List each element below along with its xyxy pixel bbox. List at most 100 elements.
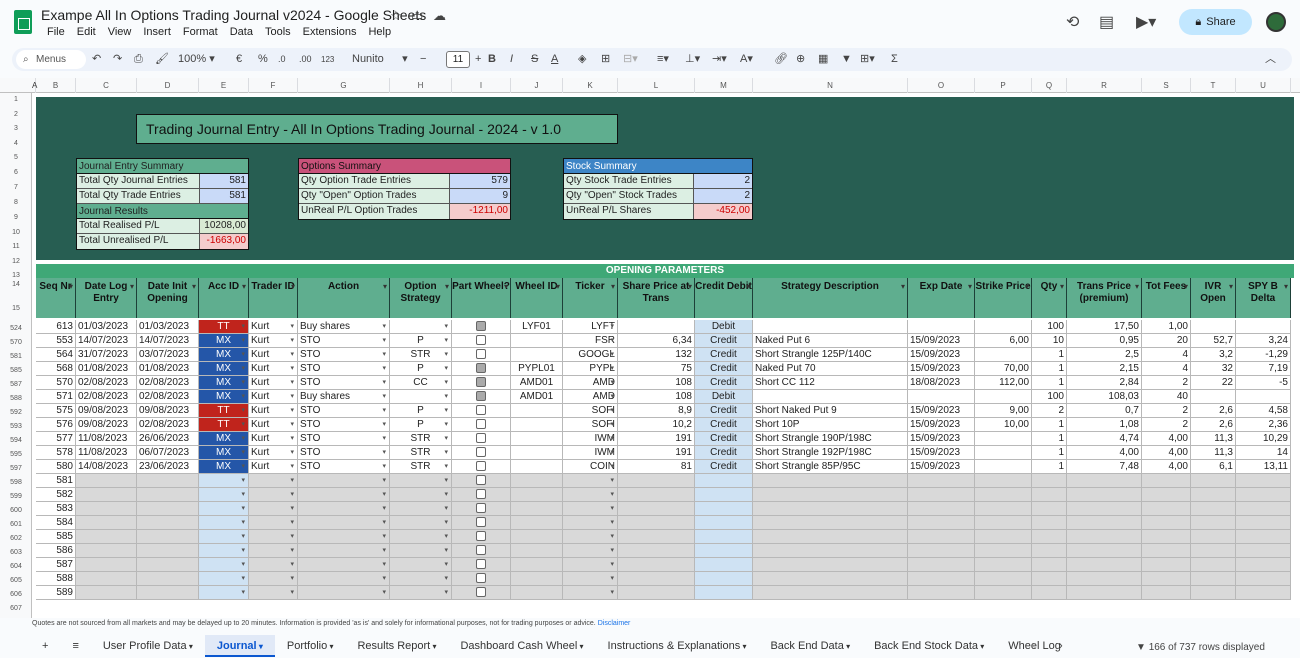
table-cell[interactable]: 4,00	[1067, 446, 1142, 460]
disclaimer-link[interactable]: Disclaimer	[598, 620, 631, 627]
part-wheel-checkbox[interactable]	[476, 447, 486, 458]
table-cell[interactable]: TT	[199, 320, 249, 334]
table-cell[interactable]	[511, 404, 563, 418]
table-cell[interactable]: STO	[298, 334, 390, 348]
table-cell[interactable]	[908, 544, 975, 558]
table-cell[interactable]	[452, 376, 511, 390]
row-number[interactable]: 604	[0, 563, 32, 570]
tab-back-end-data[interactable]: Back End Data ▾	[758, 635, 862, 657]
table-cell[interactable]	[1067, 516, 1142, 530]
column-title[interactable]: Date Init Opening	[137, 278, 199, 318]
table-cell[interactable]	[76, 544, 137, 558]
table-cell[interactable]: 2	[1142, 418, 1191, 432]
table-cell[interactable]	[1032, 544, 1067, 558]
table-cell[interactable]: 10	[1032, 334, 1067, 348]
part-wheel-checkbox[interactable]	[476, 321, 486, 332]
redo-icon[interactable]: ↷	[113, 52, 122, 67]
row-number[interactable]: 607	[0, 605, 32, 612]
table-cell[interactable]: MX	[199, 334, 249, 348]
table-cell[interactable]	[753, 320, 908, 334]
part-wheel-checkbox[interactable]	[476, 559, 486, 570]
table-cell[interactable]	[199, 558, 249, 572]
table-cell[interactable]: 75	[618, 362, 695, 376]
table-cell[interactable]: 18/08/2023	[908, 376, 975, 390]
table-cell[interactable]: 2,6	[1191, 418, 1236, 432]
column-header[interactable]: O	[908, 78, 975, 93]
table-cell[interactable]: TT	[199, 404, 249, 418]
table-cell[interactable]	[511, 432, 563, 446]
table-cell[interactable]	[908, 474, 975, 488]
table-cell[interactable]	[137, 586, 199, 600]
table-cell[interactable]	[1032, 488, 1067, 502]
table-cell[interactable]: 191	[618, 432, 695, 446]
zoom-select[interactable]: 100% ▾	[178, 52, 215, 67]
table-cell[interactable]	[452, 460, 511, 474]
row-number[interactable]: 3	[0, 125, 32, 132]
tab-portfolio[interactable]: Portfolio ▾	[275, 635, 346, 657]
table-cell[interactable]	[1191, 502, 1236, 516]
table-cell[interactable]: Credit	[695, 432, 753, 446]
table-cell[interactable]	[695, 488, 753, 502]
table-cell[interactable]: 568	[36, 362, 76, 376]
table-cell[interactable]: 01/03/2023	[76, 320, 137, 334]
table-cell[interactable]	[137, 516, 199, 530]
menu-view[interactable]: View	[102, 26, 138, 38]
insert-comment-icon[interactable]: ⊕	[796, 52, 805, 67]
more-formats-button[interactable]: 123	[321, 52, 334, 67]
table-cell[interactable]	[908, 516, 975, 530]
table-cell[interactable]	[1032, 530, 1067, 544]
table-cell[interactable]: 52,7	[1191, 334, 1236, 348]
table-cell[interactable]	[249, 586, 298, 600]
table-cell[interactable]	[1067, 502, 1142, 516]
table-cell[interactable]	[975, 502, 1032, 516]
row-number[interactable]: 587	[0, 381, 32, 388]
table-cell[interactable]: 2,36	[1236, 418, 1291, 432]
column-header[interactable]: G	[298, 78, 390, 93]
tab-user-profile-data[interactable]: User Profile Data ▾	[91, 635, 205, 657]
table-cell[interactable]: 1	[1032, 348, 1067, 362]
column-title[interactable]: Date Log Entry	[76, 278, 137, 318]
table-cell[interactable]	[1236, 586, 1291, 600]
table-cell[interactable]	[137, 488, 199, 502]
table-cell[interactable]: Credit	[695, 460, 753, 474]
table-cell[interactable]: 9,00	[975, 404, 1032, 418]
menu-file[interactable]: File	[41, 26, 71, 38]
table-cell[interactable]: Kurt	[249, 334, 298, 348]
table-cell[interactable]	[1191, 558, 1236, 572]
table-cell[interactable]: 564	[36, 348, 76, 362]
scroll-tabs-left-icon[interactable]: ‹	[1032, 640, 1036, 652]
table-cell[interactable]: 583	[36, 502, 76, 516]
table-cell[interactable]: 81	[618, 460, 695, 474]
table-cell[interactable]: MX	[199, 348, 249, 362]
table-cell[interactable]: 7,19	[1236, 362, 1291, 376]
table-cell[interactable]: Kurt	[249, 460, 298, 474]
table-cell[interactable]: 15/09/2023	[908, 432, 975, 446]
table-cell[interactable]: 02/08/2023	[137, 390, 199, 404]
table-cell[interactable]	[753, 474, 908, 488]
table-cell[interactable]	[137, 474, 199, 488]
table-cell[interactable]: Short Strangle 192P/198C	[753, 446, 908, 460]
filter-icon[interactable]: ▼	[841, 52, 852, 67]
row-number[interactable]: 8	[0, 199, 32, 206]
table-cell[interactable]	[390, 586, 452, 600]
italic-icon[interactable]: I	[510, 52, 513, 67]
menu-edit[interactable]: Edit	[71, 26, 102, 38]
table-cell[interactable]: LYF01	[511, 320, 563, 334]
table-cell[interactable]: 613	[36, 320, 76, 334]
table-cell[interactable]	[753, 502, 908, 516]
column-header[interactable]: D	[137, 78, 199, 93]
row-number[interactable]: 593	[0, 423, 32, 430]
column-header[interactable]: R	[1067, 78, 1142, 93]
column-title[interactable]: Wheel ID	[511, 278, 563, 318]
row-number[interactable]: 601	[0, 521, 32, 528]
table-cell[interactable]	[908, 572, 975, 586]
table-cell[interactable]: Naked Put 70	[753, 362, 908, 376]
column-header[interactable]: S	[1142, 78, 1191, 93]
table-cell[interactable]: 1	[1032, 446, 1067, 460]
table-cell[interactable]	[452, 334, 511, 348]
table-cell[interactable]	[1032, 586, 1067, 600]
table-cell[interactable]: 14	[1236, 446, 1291, 460]
table-cell[interactable]: 23/06/2023	[137, 460, 199, 474]
table-cell[interactable]	[1142, 502, 1191, 516]
meet-icon[interactable]: ▶▾	[1136, 12, 1156, 32]
